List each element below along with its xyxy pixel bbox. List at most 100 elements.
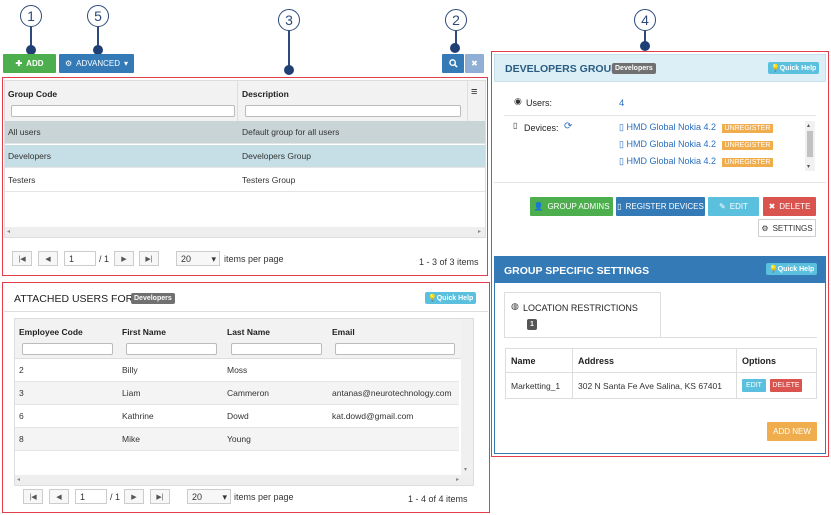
last-name-filter-input[interactable] bbox=[231, 343, 322, 355]
callout-dot bbox=[640, 41, 650, 51]
prev-page-button[interactable]: ◀ bbox=[49, 489, 69, 504]
quick-help-button[interactable]: 💡Quick Help bbox=[766, 263, 818, 275]
chevron-down-icon: ▾ bbox=[222, 492, 227, 502]
users-grid: Employee Code First Name Last Name Email… bbox=[14, 318, 474, 486]
column-divider bbox=[467, 81, 468, 125]
first-page-button[interactable]: |◀ bbox=[23, 489, 43, 504]
delete-location-button[interactable]: DELETE bbox=[770, 379, 802, 392]
attached-users-title: ATTACHED USERS FOR bbox=[14, 293, 134, 305]
page-total: / 1 bbox=[110, 492, 121, 502]
group-details-header: DEVELOPERS GROUP Developers 💡Quick Help bbox=[494, 54, 826, 82]
group-badge: Developers bbox=[612, 63, 656, 74]
table-row[interactable]: Testers Testers Group bbox=[5, 169, 485, 192]
callout-dot bbox=[284, 65, 294, 75]
callout-2: 2 bbox=[445, 9, 467, 31]
caret-down-icon: ▾ bbox=[124, 59, 129, 68]
next-page-button[interactable]: ▶ bbox=[114, 251, 134, 266]
device-item[interactable]: ▯ HMD Global Nokia 4.2 UNREGISTER bbox=[619, 139, 774, 150]
pencil-icon: ✎ bbox=[719, 202, 726, 211]
page-size-select[interactable]: 20 ▾ bbox=[187, 489, 231, 504]
add-button[interactable]: ✚ ADD bbox=[3, 54, 56, 73]
pager-summary: 1 - 3 of 3 items bbox=[419, 257, 479, 267]
column-header-address: Address bbox=[578, 356, 615, 366]
add-new-button[interactable]: ADD NEW bbox=[767, 422, 817, 441]
group-badge: Developers bbox=[131, 293, 175, 304]
device-item[interactable]: ▯ HMD Global Nokia 4.2 UNREGISTER bbox=[619, 122, 774, 133]
table-row[interactable]: 3 Liam Cammeron antanas@neurotechnology.… bbox=[15, 382, 459, 405]
settings-button[interactable]: ⚙ SETTINGS bbox=[758, 219, 816, 237]
users-count-link[interactable]: 4 bbox=[619, 98, 624, 109]
table-row[interactable]: Developers Developers Group bbox=[5, 145, 485, 168]
chevron-down-icon: ▾ bbox=[211, 254, 216, 264]
column-header-last-name[interactable]: Last Name bbox=[227, 327, 270, 337]
callout-4: 4 bbox=[634, 9, 656, 31]
group-settings-panel: GROUP SPECIFIC SETTINGS 💡Quick Help ◍ LO… bbox=[494, 256, 826, 454]
tab-location-restrictions[interactable]: ◍ LOCATION RESTRICTIONS 1 bbox=[504, 292, 661, 338]
employee-code-filter-input[interactable] bbox=[22, 343, 113, 355]
clear-button[interactable]: ✖ bbox=[465, 54, 484, 73]
gear-icon: ⚙ bbox=[64, 59, 73, 68]
quick-help-button[interactable]: 💡Quick Help bbox=[425, 292, 477, 304]
quick-help-button[interactable]: 💡Quick Help bbox=[768, 62, 820, 74]
horizontal-scrollbar[interactable]: ◂ ▸ bbox=[15, 475, 473, 485]
device-icon: ▯ bbox=[513, 121, 518, 130]
column-header-email[interactable]: Email bbox=[332, 327, 355, 337]
vertical-scrollbar[interactable]: ▾ bbox=[461, 319, 473, 475]
page-input[interactable]: 1 bbox=[75, 489, 107, 504]
column-header-first-name[interactable]: First Name bbox=[122, 327, 166, 337]
group-admins-button[interactable]: 👤 GROUP ADMINS bbox=[530, 197, 613, 216]
group-title: DEVELOPERS GROUP bbox=[505, 63, 619, 75]
unregister-button[interactable]: UNREGISTER bbox=[721, 158, 774, 167]
close-icon: ✖ bbox=[471, 59, 478, 68]
page-size-select[interactable]: 20 ▾ bbox=[176, 251, 220, 266]
first-name-filter-input[interactable] bbox=[126, 343, 217, 355]
tab-divider bbox=[504, 337, 817, 338]
prev-page-button[interactable]: ◀ bbox=[38, 251, 58, 266]
items-per-page-label: items per page bbox=[234, 492, 294, 502]
register-devices-button[interactable]: ▯ REGISTER DEVICES bbox=[616, 197, 705, 216]
table-row[interactable]: 6 Kathrine Dowd kat.dowd@gmail.com bbox=[15, 405, 459, 428]
group-code-filter-input[interactable] bbox=[11, 105, 235, 117]
devices-scrollbar[interactable]: ▴ ▾ bbox=[805, 121, 815, 171]
column-header-description[interactable]: Description bbox=[242, 89, 289, 99]
table-row[interactable]: All users Default group for all users bbox=[5, 121, 485, 144]
table-row[interactable]: 2 Billy Moss bbox=[15, 359, 459, 382]
horizontal-scrollbar[interactable]: ◂ ▸ bbox=[5, 227, 485, 237]
device-item[interactable]: ▯ HMD Global Nokia 4.2 UNREGISTER bbox=[619, 156, 774, 167]
lightbulb-icon: 💡 bbox=[771, 65, 780, 72]
delete-button[interactable]: ✖ DELETE bbox=[763, 197, 816, 216]
user-icon: 👤 bbox=[533, 202, 544, 211]
last-page-button[interactable]: ▶| bbox=[139, 251, 159, 266]
table-row[interactable]: 8 Mike Young bbox=[15, 428, 459, 451]
column-header-employee-code[interactable]: Employee Code bbox=[19, 327, 83, 337]
search-button[interactable] bbox=[442, 54, 464, 73]
users-label: Users: bbox=[526, 98, 553, 108]
table-header: Name Address Options bbox=[506, 349, 816, 373]
email-filter-input[interactable] bbox=[335, 343, 455, 355]
column-header-options: Options bbox=[742, 356, 776, 366]
edit-location-button[interactable]: EDIT bbox=[742, 379, 766, 392]
callout-5: 5 bbox=[87, 5, 109, 27]
refresh-icon[interactable]: ⟳ bbox=[564, 121, 572, 132]
search-icon bbox=[448, 59, 458, 68]
unregister-button[interactable]: UNREGISTER bbox=[721, 124, 774, 133]
edit-button[interactable]: ✎ EDIT bbox=[708, 197, 759, 216]
devices-label: Devices: bbox=[524, 123, 559, 133]
callout-3: 3 bbox=[278, 9, 300, 31]
column-header-group-code[interactable]: Group Code bbox=[8, 89, 57, 99]
gear-icon: ⚙ bbox=[761, 223, 769, 233]
next-page-button[interactable]: ▶ bbox=[124, 489, 144, 504]
first-page-button[interactable]: |◀ bbox=[12, 251, 32, 266]
unregister-button[interactable]: UNREGISTER bbox=[721, 141, 774, 150]
column-header-name: Name bbox=[511, 356, 536, 366]
tab-count-badge: 1 bbox=[527, 319, 537, 330]
description-filter-input[interactable] bbox=[245, 105, 461, 117]
page-input[interactable]: 1 bbox=[64, 251, 96, 266]
last-page-button[interactable]: ▶| bbox=[150, 489, 170, 504]
callout-1: 1 bbox=[20, 5, 42, 27]
column-menu-icon[interactable]: ≡ bbox=[471, 86, 477, 98]
pager-summary: 1 - 4 of 4 items bbox=[408, 494, 468, 504]
attached-users-header: ATTACHED USERS FOR Developers 💡Quick Hel… bbox=[4, 284, 488, 312]
advanced-button[interactable]: ⚙ ADVANCED ▾ bbox=[59, 54, 134, 73]
callout-line bbox=[288, 31, 290, 67]
